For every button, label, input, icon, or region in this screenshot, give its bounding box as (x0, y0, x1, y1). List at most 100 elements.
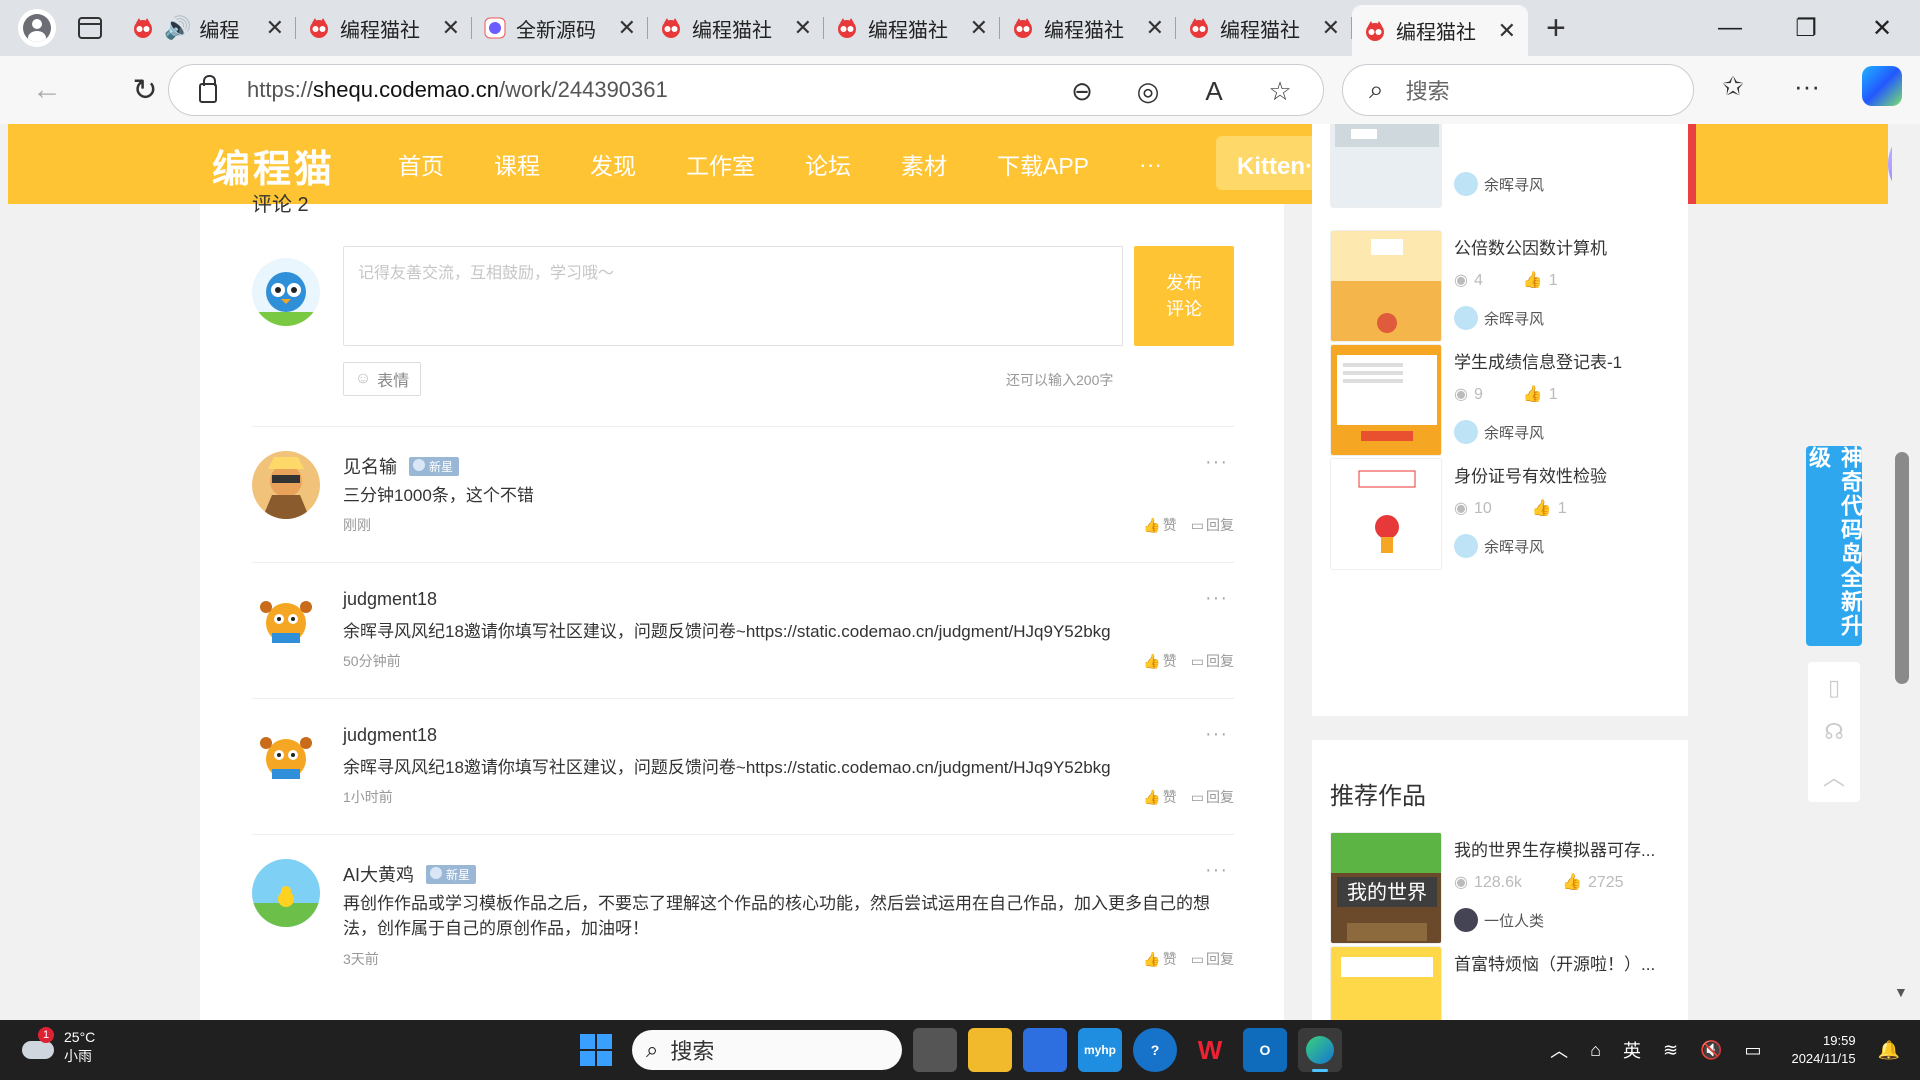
commenter-name[interactable]: judgment18 (343, 589, 437, 610)
tab-actions-icon[interactable] (78, 17, 102, 39)
comment-more-icon[interactable]: ··· (1205, 451, 1228, 474)
recommended-work-item[interactable]: 首富特烦恼（开源啦！）... (1330, 946, 1706, 1020)
commenter-name[interactable]: 见名输 新星 (343, 453, 460, 479)
commenter-avatar[interactable] (252, 723, 320, 791)
author-work-item[interactable]: 余晖寻风 (1330, 124, 1706, 216)
file-explorer-icon[interactable] (968, 1028, 1012, 1072)
like-button[interactable]: 👍 赞 (1143, 789, 1176, 805)
work-author[interactable]: 余晖寻风 (1454, 172, 1544, 196)
wifi-icon[interactable]: ≋ (1663, 1040, 1678, 1061)
scrollbar-thumb[interactable] (1895, 452, 1909, 684)
outlook-icon[interactable]: O (1243, 1028, 1287, 1072)
site-logo[interactable]: 编程猫 (212, 138, 335, 193)
work-thumbnail[interactable] (1330, 230, 1442, 342)
translate-icon[interactable]: ◎ (1115, 76, 1181, 107)
weather-widget[interactable]: 1 25°C 小雨 (20, 1027, 95, 1066)
site-nav-item[interactable]: 发现 (590, 147, 636, 181)
like-button[interactable]: 👍 赞 (1143, 653, 1176, 669)
work-author[interactable]: 余晖寻风 (1454, 306, 1544, 330)
commenter-name[interactable]: AI大黄鸡 新星 (343, 861, 477, 887)
network-off-icon[interactable]: ⌂ (1590, 1040, 1601, 1061)
work-thumbnail[interactable] (1330, 458, 1442, 570)
site-nav-item[interactable]: 论坛 (805, 147, 851, 181)
work-thumbnail[interactable] (1330, 124, 1442, 208)
recommended-work-item[interactable]: 我的世界 我的世界生存模拟器可存... ◉ 128.6k 👍 2725 一位人类 (1330, 832, 1706, 952)
reply-button[interactable]: ▭ 回复 (1191, 517, 1234, 533)
browser-tab[interactable]: 编程猫社 ✕ (648, 5, 824, 51)
clock[interactable]: 19:59 2024/11/15 (1791, 1032, 1855, 1068)
commenter-avatar[interactable] (252, 859, 320, 927)
work-title[interactable]: 我的世界生存模拟器可存... (1454, 836, 1655, 861)
work-author[interactable]: 一位人类 (1454, 908, 1544, 932)
site-nav-item[interactable]: 素材 (901, 147, 947, 181)
work-title[interactable]: 学生成绩信息登记表-1 (1454, 348, 1622, 373)
site-nav-item[interactable]: 工作室 (686, 147, 755, 181)
browser-tab[interactable]: 编程猫社 ✕ (296, 5, 472, 51)
comment-more-icon[interactable]: ··· (1205, 587, 1228, 610)
tab-close-icon[interactable]: ✕ (1498, 18, 1516, 44)
like-button[interactable]: 👍 赞 (1143, 951, 1176, 967)
scroll-down-arrow[interactable]: ▼ (1894, 984, 1908, 1000)
work-title[interactable]: 身份证号有效性检验 (1454, 462, 1607, 487)
site-nav-item[interactable]: 下载APP (997, 147, 1089, 181)
work-thumbnail[interactable] (1330, 946, 1442, 1020)
commenter-avatar[interactable] (252, 587, 320, 655)
tab-close-icon[interactable]: ✕ (794, 15, 812, 41)
maximize-button[interactable]: ❐ (1768, 0, 1844, 56)
minimize-button[interactable]: — (1692, 0, 1768, 56)
like-button[interactable]: 👍 赞 (1143, 517, 1176, 533)
reply-button[interactable]: ▭ 回复 (1191, 789, 1234, 805)
taskbar-search[interactable]: ⌕ 搜索 (632, 1030, 902, 1070)
start-button[interactable] (580, 1034, 612, 1066)
url-text[interactable]: https://shequ.codemao.cn/work/244390361 (247, 77, 668, 103)
site-nav-item[interactable]: 课程 (494, 147, 540, 181)
tab-close-icon[interactable]: ✕ (618, 15, 636, 41)
close-window-button[interactable]: ✕ (1844, 0, 1920, 56)
profile-button[interactable] (18, 9, 56, 47)
ime-indicator[interactable]: 英 (1623, 1037, 1641, 1063)
zoom-icon[interactable]: ⊖ (1049, 76, 1115, 107)
store-icon[interactable] (1023, 1028, 1067, 1072)
browser-tab[interactable]: 🔊 编程 ✕ (120, 5, 296, 51)
speaker-icon[interactable]: 🔊 (164, 15, 191, 41)
browser-tab[interactable]: 编程猫社 ✕ (1352, 5, 1528, 56)
browser-search-box[interactable]: ⌕ 搜索 (1342, 64, 1694, 116)
tab-close-icon[interactable]: ✕ (442, 15, 460, 41)
work-author[interactable]: 余晖寻风 (1454, 420, 1544, 444)
author-work-item[interactable]: 身份证号有效性检验 ◉ 10 👍 1 余晖寻风 (1330, 458, 1706, 578)
lock-icon[interactable] (199, 75, 217, 103)
back-to-top-icon[interactable]: ︿ (1808, 750, 1860, 802)
back-button[interactable]: ← (24, 67, 70, 113)
browser-tab[interactable]: 编程猫社 ✕ (1000, 5, 1176, 51)
promo-banner[interactable]: 神奇代码岛全新升级 (1806, 446, 1863, 646)
comment-more-icon[interactable]: ··· (1205, 723, 1228, 746)
more-menu-icon[interactable]: ··· (1770, 71, 1844, 102)
commenter-avatar[interactable] (252, 451, 320, 519)
reply-button[interactable]: ▭ 回复 (1191, 951, 1234, 967)
browser-tab[interactable]: 编程猫社 ✕ (1176, 5, 1352, 51)
author-work-item[interactable]: 学生成绩信息登记表-1 ◉ 9 👍 1 余晖寻风 (1330, 344, 1706, 464)
read-aloud-icon[interactable]: A (1181, 76, 1247, 107)
tab-close-icon[interactable]: ✕ (1146, 15, 1164, 41)
comment-input[interactable]: 记得友善交流，互相鼓励，学习哦～ (343, 246, 1123, 346)
tab-close-icon[interactable]: ✕ (970, 15, 988, 41)
notification-icon[interactable]: 🔔 (1878, 1040, 1900, 1061)
battery-icon[interactable]: ▭ (1744, 1040, 1761, 1061)
work-title[interactable]: 首富特烦恼（开源啦！）... (1454, 950, 1655, 975)
copilot-icon[interactable] (1862, 66, 1902, 106)
browser-tab[interactable]: 编程猫社 ✕ (824, 5, 1000, 51)
comment-more-icon[interactable]: ··· (1205, 859, 1228, 882)
work-thumbnail[interactable] (1330, 344, 1442, 456)
task-view-icon[interactable] (913, 1028, 957, 1072)
new-tab-button[interactable]: + (1546, 9, 1566, 48)
favorites-icon[interactable]: ✩ (1696, 71, 1770, 102)
wps-icon[interactable]: W (1188, 1028, 1232, 1072)
tab-close-icon[interactable]: ✕ (266, 15, 284, 41)
site-nav-item[interactable]: 首页 (398, 147, 444, 181)
publish-comment-button[interactable]: 发布 评论 (1134, 246, 1234, 346)
work-thumbnail[interactable]: 我的世界 (1330, 832, 1442, 944)
myhp-icon[interactable]: myhp (1078, 1028, 1122, 1072)
url-bar[interactable]: https://shequ.codemao.cn/work/244390361 … (168, 64, 1324, 116)
volume-mute-icon[interactable]: 🔇 (1700, 1040, 1722, 1061)
reply-button[interactable]: ▭ 回复 (1191, 653, 1234, 669)
